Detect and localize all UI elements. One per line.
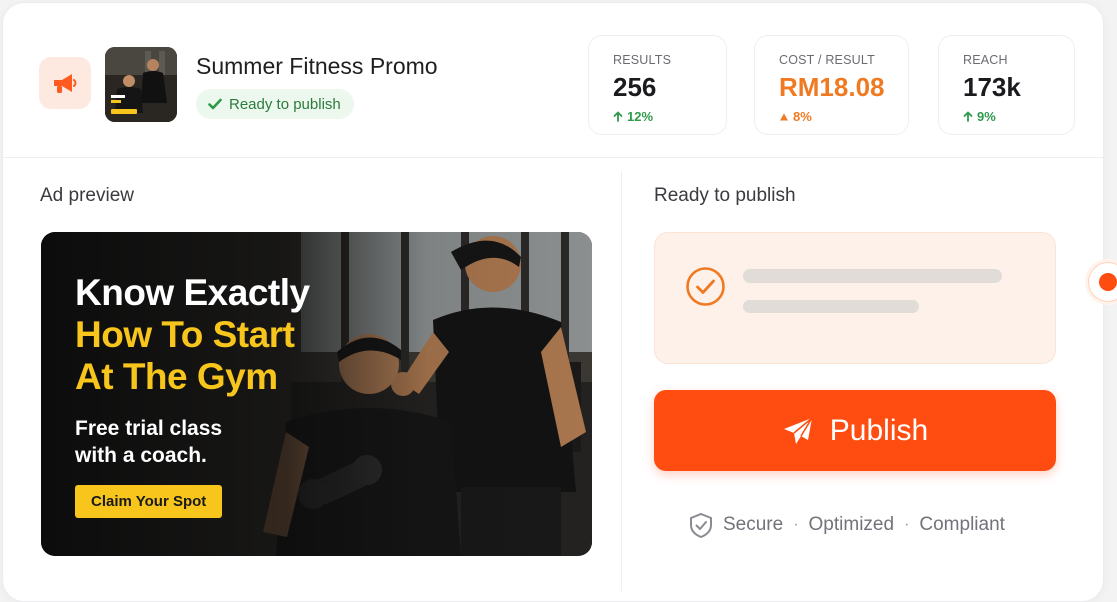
stat-cost-per-result: COST / RESULT RM18.08 8% [754, 35, 909, 135]
publish-button[interactable]: Publish [654, 390, 1056, 471]
trust-separator: · [904, 516, 910, 533]
campaign-header: Summer Fitness Promo Ready to publish RE… [3, 3, 1103, 158]
section-divider [621, 171, 622, 591]
ad-headline-line: Know Exactly [75, 272, 310, 313]
checkmark-icon [208, 98, 222, 110]
stat-value: 173k [963, 72, 1021, 102]
ad-headline-line: At The Gym [75, 356, 278, 397]
ad-thumbnail[interactable] [105, 47, 177, 122]
ad-subtext-line: with a coach. [75, 444, 207, 467]
shield-check-icon [690, 512, 712, 538]
ad-subtext: Free trial class with a coach. [75, 415, 222, 469]
publish-heading: Ready to publish [654, 185, 796, 206]
campaign-title: Summer Fitness Promo [196, 53, 438, 79]
arrow-up-icon [613, 111, 623, 122]
loading-placeholder [743, 269, 1002, 283]
status-badge: Ready to publish [196, 89, 354, 119]
status-label: Ready to publish [229, 95, 341, 113]
stat-change: 8% [779, 109, 908, 124]
arrow-up-icon [963, 111, 973, 122]
check-circle-icon [686, 267, 725, 306]
stat-change-value: 12% [627, 109, 654, 124]
ad-headline-line: How To Start [75, 314, 295, 355]
trust-item-optimized: Optimized [808, 514, 895, 535]
publish-button-label: Publish [829, 413, 929, 447]
triangle-up-icon [780, 113, 788, 120]
stat-results: RESULTS 256 12% [588, 35, 727, 135]
ad-subtext-line: Free trial class [75, 417, 223, 440]
stat-change-value: 8% [793, 109, 812, 124]
campaign-card: Summer Fitness Promo Ready to publish RE… [2, 2, 1104, 602]
ad-preview-heading: Ad preview [40, 185, 134, 206]
paper-plane-icon [783, 416, 813, 444]
stat-value: 256 [613, 72, 657, 102]
stat-change: 12% [613, 109, 726, 124]
stat-reach: REACH 173k 9% [938, 35, 1075, 135]
loading-placeholder [743, 300, 919, 313]
trust-item-compliant: Compliant [919, 514, 1005, 535]
ad-headline: Know Exactly How To Start At The Gym [75, 272, 310, 398]
ad-cta-button[interactable]: Claim Your Spot [75, 485, 223, 518]
stat-value: RM18.08 [779, 72, 885, 102]
trust-indicators: Secure · Optimized · Compliant [689, 511, 1005, 539]
trust-item-secure: Secure [723, 514, 784, 535]
trust-separator: · [793, 516, 799, 533]
stat-label: COST / RESULT [779, 53, 875, 67]
stat-change: 9% [963, 109, 1074, 124]
checklist-card [654, 232, 1056, 364]
megaphone-icon [39, 57, 91, 109]
stat-label: RESULTS [613, 53, 672, 67]
stat-label: REACH [963, 53, 1008, 67]
ad-preview-image[interactable]: Know Exactly How To Start At The Gym Fre… [41, 232, 592, 556]
stat-change-value: 9% [977, 109, 996, 124]
